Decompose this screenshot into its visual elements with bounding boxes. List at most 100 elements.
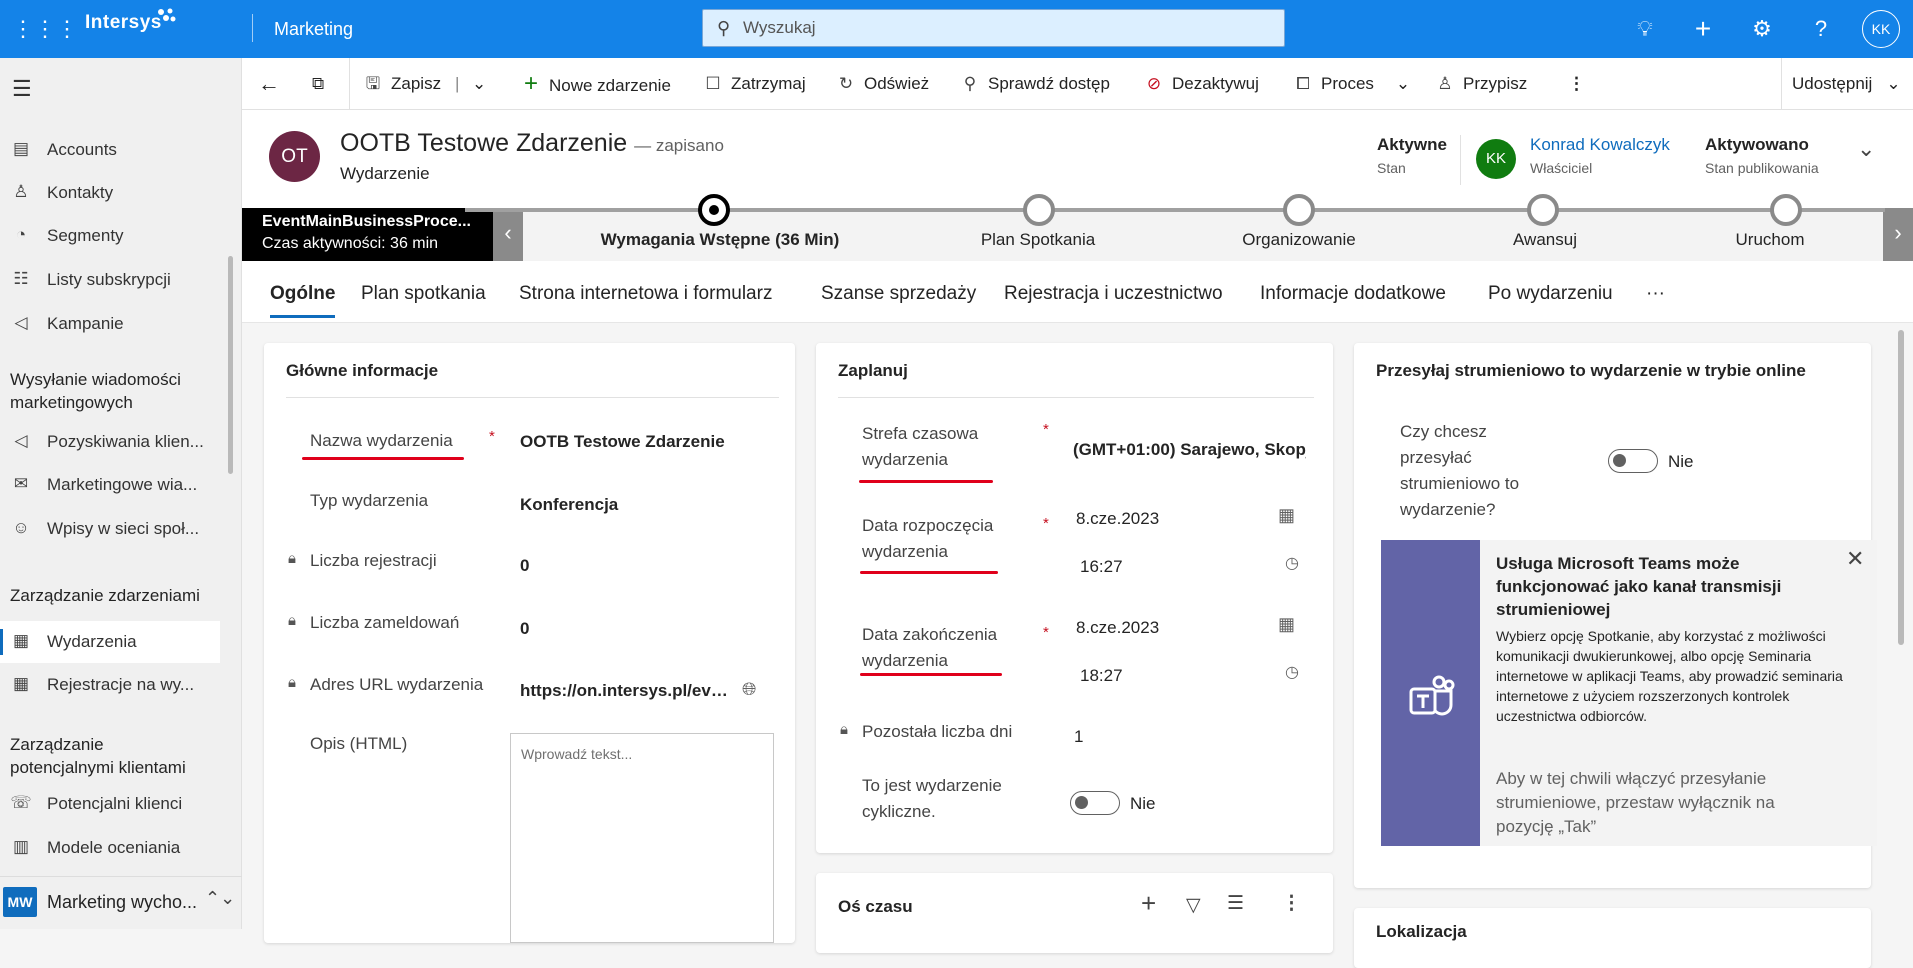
bpf-stage-organizing[interactable]: Organizowanie (1242, 230, 1355, 250)
nav-label: Segmenty (47, 226, 124, 245)
save-options-chevron-icon[interactable]: ⌄ (472, 58, 486, 110)
gear-icon[interactable]: ⚙ (1747, 14, 1777, 44)
back-icon[interactable]: ← (258, 58, 280, 110)
bpf-stage-promote[interactable]: Awansuj (1513, 230, 1577, 250)
tab-additional-info[interactable]: Informacje dodatkowe (1260, 283, 1446, 305)
description-textarea[interactable]: Wprowadź tekst... (510, 733, 774, 943)
user-avatar[interactable]: KK (1862, 10, 1900, 48)
sidebar-scrollbar[interactable] (228, 256, 233, 474)
teams-notice-footer: Aby w tej chwili włączyć przesyłanie str… (1496, 769, 1775, 836)
bpf-stage-marker[interactable] (1023, 194, 1055, 226)
chevron-down-icon: ⌄ (1395, 74, 1411, 93)
nav-item-accounts[interactable]: ▤ Accounts (0, 129, 220, 171)
bpf-stage-meeting-plan[interactable]: Plan Spotkania (981, 230, 1095, 250)
add-icon[interactable]: + (1688, 14, 1718, 44)
timezone-field[interactable]: (GMT+01:00) Sarajewo, Skopje (1073, 440, 1306, 460)
nav-item-lead-capture[interactable]: ◁ Pozyskiwania klien... (0, 421, 220, 463)
divider (349, 58, 350, 110)
tab-registration[interactable]: Rejestracja i uczestnictwo (1004, 283, 1223, 305)
registration-count-label: Liczba rejestracji (310, 551, 437, 570)
bpf-stage-marker[interactable] (1527, 194, 1559, 226)
end-time-field[interactable]: 18:27 (1080, 666, 1123, 686)
bpf-stage-requirements[interactable]: Wymagania Wstępne (36 Min) (601, 230, 840, 250)
lightbulb-icon[interactable]: 💡︎ (1630, 14, 1660, 44)
calendar-icon[interactable]: ▦ (1278, 505, 1295, 526)
share-button[interactable]: Udostępnij ⌄ (1792, 58, 1901, 110)
process-button[interactable]: ⧠ Proces ⌄ (1292, 58, 1410, 110)
list-icon: ☷ (13, 269, 29, 288)
clock-icon[interactable]: ◷ (1285, 662, 1299, 682)
sort-list-icon[interactable]: ☰ (1227, 892, 1244, 915)
social-icon: ☺ (12, 518, 30, 537)
nav-item-contacts[interactable]: ♙ Kontakty (0, 172, 220, 214)
nav-item-scoring-models[interactable]: ▥ Modele oceniania (0, 827, 220, 869)
nav-item-marketing-emails[interactable]: ✉ Marketingowe wia... (0, 464, 220, 506)
save-button[interactable]: 🖫︎ Zapisz (362, 58, 441, 110)
open-in-new-window-icon[interactable]: ⧉ (312, 58, 324, 110)
bpf-process-flyout[interactable]: EventMainBusinessProce... Czas aktywnośc… (242, 208, 493, 261)
more-options-icon[interactable]: ⋮ (1282, 892, 1301, 915)
clock-icon[interactable]: ◷ (1285, 553, 1299, 573)
check-access-button[interactable]: ⚲ Sprawdź dostęp (959, 58, 1110, 110)
recurring-toggle[interactable] (1070, 791, 1120, 815)
megaphone-icon: ◁ (14, 313, 28, 332)
bpf-stage-marker-active[interactable] (698, 194, 730, 226)
search-input[interactable]: ⚲ Wyszukaj (702, 9, 1285, 47)
nav-item-subscription-lists[interactable]: ☷ Listy subskrypcji (0, 259, 220, 301)
end-date-field[interactable]: 8.cze.2023 (1076, 618, 1159, 638)
owner-link[interactable]: Konrad Kowalczyk (1530, 135, 1670, 155)
calendar-icon[interactable]: ▦ (1278, 614, 1295, 635)
area-switcher[interactable]: MW Marketing wycho... ⌃⌄ (0, 876, 242, 929)
filter-icon[interactable]: ▽ (1186, 894, 1201, 917)
building-icon: ▤ (12, 139, 30, 158)
tab-general[interactable]: Ogólne (270, 283, 336, 318)
bpf-prev-chevron-icon[interactable]: ‹ (493, 208, 523, 261)
nav-group-leads: Zarządzanie potencjalnymi klientami (10, 735, 186, 777)
event-url-field[interactable]: https://on.intersys.pl/eve... (520, 681, 732, 701)
bpf-next-chevron-icon[interactable]: › (1883, 208, 1913, 261)
close-icon[interactable]: ✕ (1846, 546, 1864, 572)
tab-website-form[interactable]: Strona internetowa i formularz (519, 283, 772, 305)
tab-post-event[interactable]: Po wydarzeniu (1488, 283, 1613, 305)
event-type-field[interactable]: Konferencja (520, 495, 780, 515)
bpf-stage-marker[interactable] (1283, 194, 1315, 226)
nav-item-social-posts[interactable]: ☺ Wpisy w sieci społ... (0, 508, 220, 550)
app-name[interactable]: Marketing (274, 19, 353, 40)
event-name-field[interactable]: OOTB Testowe Zdarzenie (520, 432, 780, 452)
nav-item-segments[interactable]: ◔ Segmenty (0, 215, 220, 257)
refresh-button[interactable]: ↻ Odśwież (835, 58, 929, 110)
save-label: Zapisz (391, 74, 442, 93)
megaphone-icon: ◁ (14, 431, 28, 450)
lock-icon: 🔒︎ (840, 721, 848, 738)
start-time-field[interactable]: 16:27 (1080, 557, 1123, 577)
chevron-updown-icon: ⌃⌄ (205, 888, 236, 908)
sitemap-sidebar: ☰ ▤ Accounts ♙ Kontakty ◔ Segmenty ☷ Listy s… (0, 58, 242, 929)
globe-icon[interactable]: 🌐︎ (742, 679, 756, 700)
bpf-stage-launch[interactable]: Uruchom (1736, 230, 1805, 250)
main-scrollbar[interactable] (1898, 330, 1904, 645)
app-launcher-icon[interactable]: ⋮⋮⋮ (12, 16, 78, 42)
streaming-toggle[interactable] (1608, 449, 1658, 473)
expand-header-chevron-icon[interactable]: ⌄ (1857, 136, 1875, 162)
teams-notice-banner: Usługa Microsoft Teams może funkcjonować… (1381, 540, 1877, 846)
stop-button[interactable]: ☐ Zatrzymaj (702, 58, 805, 110)
new-event-button[interactable]: + Nowe zdarzenie (520, 58, 671, 110)
deactivate-button[interactable]: ⊘ Dezaktywuj (1143, 58, 1259, 110)
tab-meeting-plan[interactable]: Plan spotkania (361, 283, 486, 305)
start-date-field[interactable]: 8.cze.2023 (1076, 509, 1159, 529)
more-commands-icon[interactable]: ⋮ (1568, 58, 1585, 110)
nav-label: Potencjalni klienci (47, 794, 183, 813)
nav-item-campaigns[interactable]: ◁ Kampanie (0, 303, 220, 345)
hamburger-menu-icon[interactable]: ☰ (12, 76, 32, 102)
help-icon[interactable]: ? (1806, 14, 1836, 44)
event-url-label: Adres URL wydarzenia (310, 675, 484, 694)
tab-more-icon[interactable]: ··· (1646, 283, 1665, 305)
bpf-stage-marker[interactable] (1770, 194, 1802, 226)
tab-opportunities[interactable]: Szanse sprzedaży (821, 283, 976, 305)
assign-button[interactable]: ♙ Przypisz (1434, 58, 1527, 110)
nav-item-event-registrations[interactable]: ▦ Rejestracje na wy... (0, 664, 220, 706)
add-icon[interactable]: + (1141, 888, 1156, 919)
nav-item-events[interactable]: ▦ Wydarzenia (0, 621, 220, 663)
nav-item-leads[interactable]: ☏ Potencjalni klienci (0, 783, 220, 825)
check-access-label: Sprawdź dostęp (988, 74, 1110, 93)
